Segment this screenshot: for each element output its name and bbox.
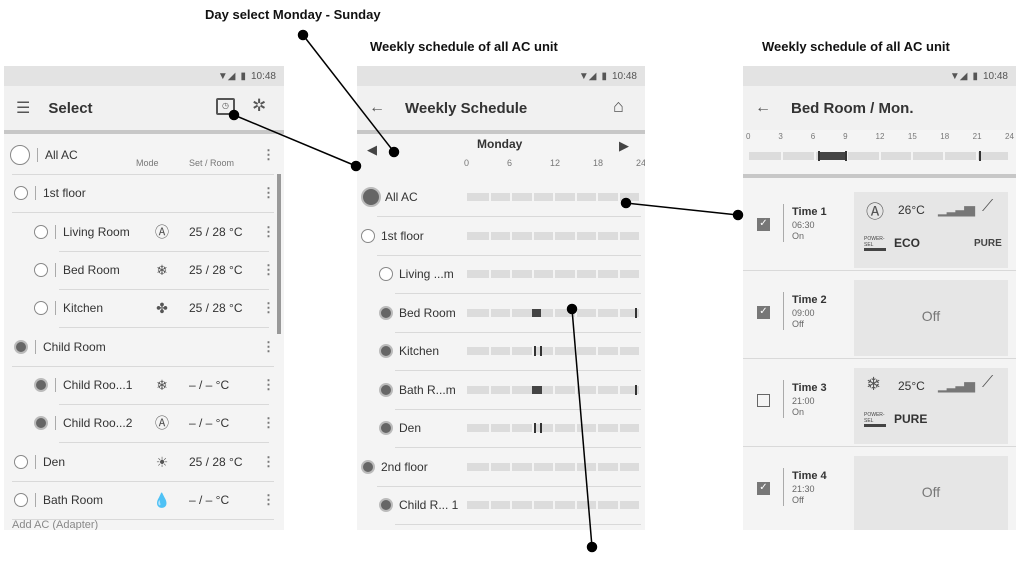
- pointer-dot: [228, 109, 240, 121]
- pointer-dot: [388, 146, 400, 158]
- annotation-pointers: [228, 29, 744, 553]
- pointer-line-all-ac: [625, 202, 739, 216]
- pointer-dot: [350, 160, 362, 172]
- pointer-dot: [586, 541, 598, 553]
- pointer-line-timeline: [571, 308, 593, 548]
- pointer-line-day-select: [302, 34, 395, 153]
- pointer-dot: [620, 197, 632, 209]
- pointer-line-calendar: [233, 114, 357, 167]
- pointer-dot: [732, 209, 744, 221]
- pointer-dot: [297, 29, 309, 41]
- pointer-dot: [566, 303, 578, 315]
